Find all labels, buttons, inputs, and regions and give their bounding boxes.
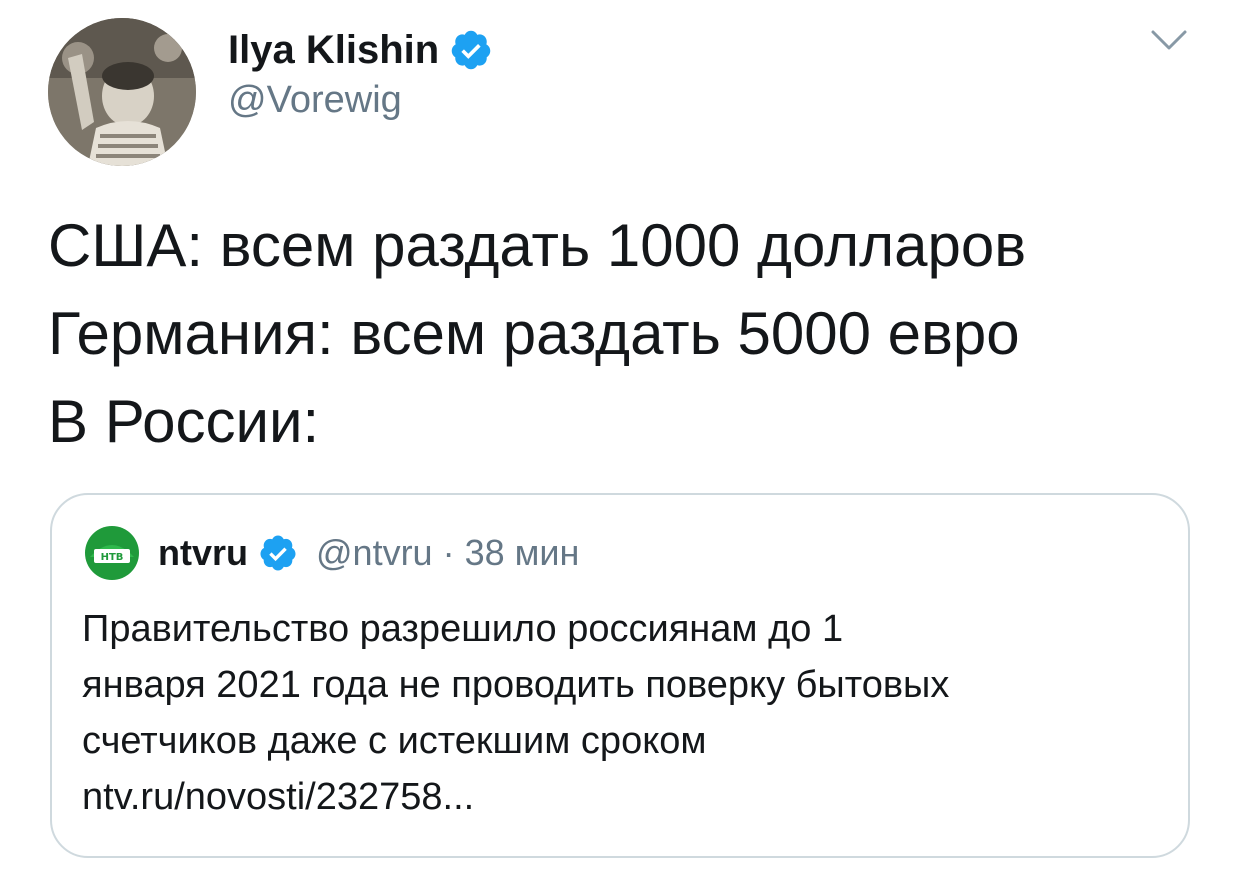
verified-badge-icon	[260, 535, 296, 571]
quoted-text-line: счетчиков даже с истекшим сроком	[82, 720, 707, 762]
tweet-text-line: США: всем раздать 1000 долларов	[48, 212, 1027, 279]
quoted-tweet-header: НТВ ntvru @ntvru · 38 мин	[82, 523, 579, 583]
author-display-name[interactable]: Ilya Klishin	[228, 30, 439, 70]
tweet-text-line: Германия: всем раздать 5000 евро	[48, 300, 1020, 367]
quoted-tweet-card[interactable]: НТВ ntvru @ntvru · 38 мин Правительство …	[50, 493, 1190, 858]
chevron-down-icon[interactable]	[1150, 26, 1188, 54]
quoted-timestamp[interactable]: 38 мин	[465, 532, 580, 574]
author-name-row[interactable]: Ilya Klishin	[228, 24, 493, 76]
svg-text:НТВ: НТВ	[101, 552, 124, 563]
author-avatar[interactable]	[48, 18, 196, 166]
quoted-author-name[interactable]: ntvru	[158, 532, 248, 574]
author-handle[interactable]: @Vorewig	[228, 79, 402, 122]
tweet-text: США: всем раздать 1000 долларов Германия…	[48, 202, 1208, 466]
quoted-tweet-text: Правительство разрешило россиянам до 1 я…	[82, 601, 1162, 825]
quoted-link[interactable]: ntv.ru/novosti/232758...	[82, 769, 1162, 825]
quoted-meta-separator: ·	[442, 532, 455, 573]
quoted-text-line: Правительство разрешило россиянам до 1	[82, 608, 844, 650]
quoted-text-line: января 2021 года не проводить поверку бы…	[82, 664, 950, 706]
quoted-author-handle[interactable]: @ntvru	[316, 532, 433, 574]
quoted-author-avatar[interactable]: НТВ	[82, 523, 142, 583]
user-photo-avatar-icon	[48, 18, 196, 166]
tweet-text-line: В России:	[48, 388, 320, 455]
ntv-logo-avatar-icon: НТВ	[82, 523, 142, 583]
verified-badge-icon	[451, 30, 491, 70]
